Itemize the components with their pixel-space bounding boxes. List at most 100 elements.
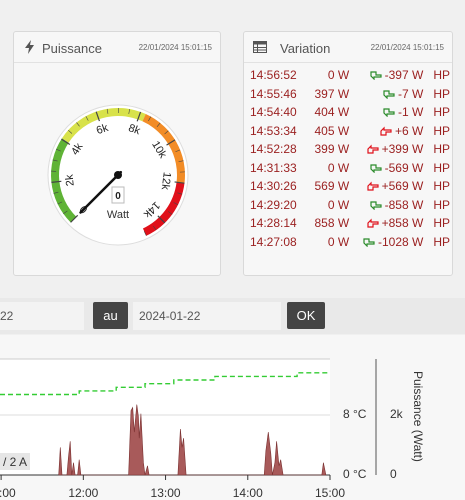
hand-down-icon (363, 238, 375, 247)
variation-card-header: Variation 22/01/2024 15:01:15 (244, 32, 452, 63)
row-time: 14:29:20 (250, 197, 297, 212)
row-time: 14:54:40 (250, 105, 297, 120)
row-delta: -569 W (357, 159, 423, 178)
row-watts: 569 W (314, 179, 350, 194)
row-delta: -1028 W (357, 233, 423, 252)
row-delta: -7 W (357, 85, 423, 104)
puissance-timestamp: 22/01/2024 15:01:15 (138, 43, 212, 52)
row-watts: 404 W (314, 105, 350, 120)
date-from-value: 22 (0, 309, 14, 323)
row-delta-value: -1028 W (377, 234, 424, 249)
date-to-value: 2024-01-22 (139, 309, 201, 323)
row-tariff: HP (433, 142, 450, 157)
variation-row: 14:56:52 0 W -397 W HP (250, 66, 450, 85)
hand-up-icon (380, 126, 392, 136)
row-time: 14:28:14 (250, 216, 297, 231)
row-delta-value: +569 W (381, 179, 424, 194)
puissance-title: Puissance (42, 41, 102, 56)
row-delta: +858 W (357, 214, 423, 233)
variation-row: 14:29:20 0 W -858 W HP (250, 196, 450, 215)
x-tick-label: 15:00 (315, 486, 345, 500)
row-time: 14:52:28 (250, 142, 297, 157)
variation-table: 14:56:52 0 W -397 W HP 14:55:46 397 W -7 W HP 14… (250, 66, 450, 251)
variation-row: 14:27:08 0 W -1028 W HP (250, 233, 450, 252)
power-tick-label: 0 (390, 467, 397, 481)
row-tariff: HP (433, 68, 450, 83)
row-tariff: HP (433, 216, 450, 231)
row-tariff: HP (433, 234, 450, 249)
row-delta-value: -7 W (397, 86, 424, 101)
variation-row: 14:54:40 404 W -1 W HP (250, 103, 450, 122)
chart-svg: 11:00 12:00 13:00 14:00 15:00 8 °C 0 °C 2k 0 Puis… (0, 358, 425, 500)
row-time: 14:53:34 (250, 123, 297, 138)
hand-up-icon (367, 144, 379, 154)
variation-row: 14:31:33 0 W -569 W HP (250, 159, 450, 178)
variation-row: 14:52:28 399 W +399 W HP (250, 140, 450, 159)
x-tick-label: 11:00 (0, 486, 16, 500)
row-time: 14:27:08 (250, 234, 297, 249)
legend-chip-label: / 2 A (3, 455, 27, 469)
row-tariff: HP (433, 179, 450, 194)
variation-card: Variation 22/01/2024 15:01:15 14:56:52 0 … (243, 31, 453, 276)
power-gauge: 02k4k6k8k10k12k14k0Watt (47, 104, 189, 246)
consumption-chart: 11:00 12:00 13:00 14:00 15:00 8 °C 0 °C 2k 0 Puis… (0, 335, 465, 500)
gauge-hub (114, 171, 122, 179)
variation-row: 14:28:14 858 W +858 W HP (250, 214, 450, 233)
variation-timestamp: 22/01/2024 15:01:15 (370, 43, 444, 52)
row-tariff: HP (433, 123, 450, 138)
temp-tick-label: 0 °C (343, 467, 367, 481)
hand-down-icon (383, 108, 395, 118)
au-label: au (93, 302, 128, 329)
row-watts: 858 W (314, 216, 350, 231)
row-time: 14:30:26 (250, 179, 297, 194)
x-tick-label: 12:00 (68, 486, 98, 500)
row-delta: -1 W (357, 103, 423, 122)
row-delta: +6 W (357, 122, 423, 141)
hand-up-icon (367, 218, 379, 228)
row-delta-value: +6 W (394, 123, 424, 138)
date-to-input[interactable]: 2024-01-22 (133, 302, 281, 330)
ok-button[interactable]: OK (287, 302, 325, 329)
row-time: 14:56:52 (250, 68, 297, 83)
row-watts: 397 W (314, 86, 350, 101)
row-watts: 405 W (314, 123, 350, 138)
puissance-card: Puissance 22/01/2024 15:01:15 02k4k6k8k1… (13, 31, 221, 276)
row-time: 14:31:33 (250, 160, 297, 175)
row-watts: 0 W (327, 197, 350, 212)
gauge-tick-label: 2k (64, 173, 77, 186)
row-watts: 0 W (327, 160, 350, 175)
row-time: 14:55:46 (250, 86, 297, 101)
row-watts: 399 W (314, 142, 350, 157)
row-delta-value: -569 W (384, 160, 424, 175)
row-delta: -397 W (357, 66, 423, 85)
row-delta-value: -1 W (397, 105, 424, 120)
row-delta: +569 W (357, 177, 423, 196)
row-delta-value: -397 W (384, 68, 424, 83)
gauge-unit: Watt (107, 209, 129, 221)
row-watts: 0 W (327, 234, 350, 249)
variation-title: Variation (280, 41, 331, 56)
bolt-icon (25, 40, 34, 54)
date-from-input[interactable]: 22 (0, 302, 84, 330)
variation-row: 14:30:26 569 W +569 W HP (250, 177, 450, 196)
puissance-card-header: Puissance 22/01/2024 15:01:15 (14, 32, 220, 63)
row-delta-value: -858 W (384, 197, 424, 212)
gauge-tick-label: 12k (159, 171, 173, 191)
date-filter-bar: 22 au 2024-01-22 OK (0, 298, 465, 334)
hand-down-icon (383, 90, 395, 99)
hand-down-icon (370, 71, 382, 81)
row-delta: +399 W (357, 140, 423, 159)
hand-down-icon (370, 201, 382, 210)
variation-row: 14:53:34 405 W +6 W HP (250, 122, 450, 141)
power-axis-title: Puissance (Watt) (411, 371, 425, 462)
power-tick-label: 2k (390, 407, 404, 421)
row-delta-value: +399 W (381, 142, 424, 157)
x-tick-label: 13:00 (151, 486, 181, 500)
row-tariff: HP (433, 86, 450, 101)
row-tariff: HP (433, 197, 450, 212)
row-tariff: HP (433, 160, 450, 175)
temp-tick-label: 8 °C (343, 407, 367, 421)
hand-up-icon (367, 181, 379, 191)
variation-row: 14:55:46 397 W -7 W HP (250, 85, 450, 104)
row-delta: -858 W (357, 196, 423, 215)
